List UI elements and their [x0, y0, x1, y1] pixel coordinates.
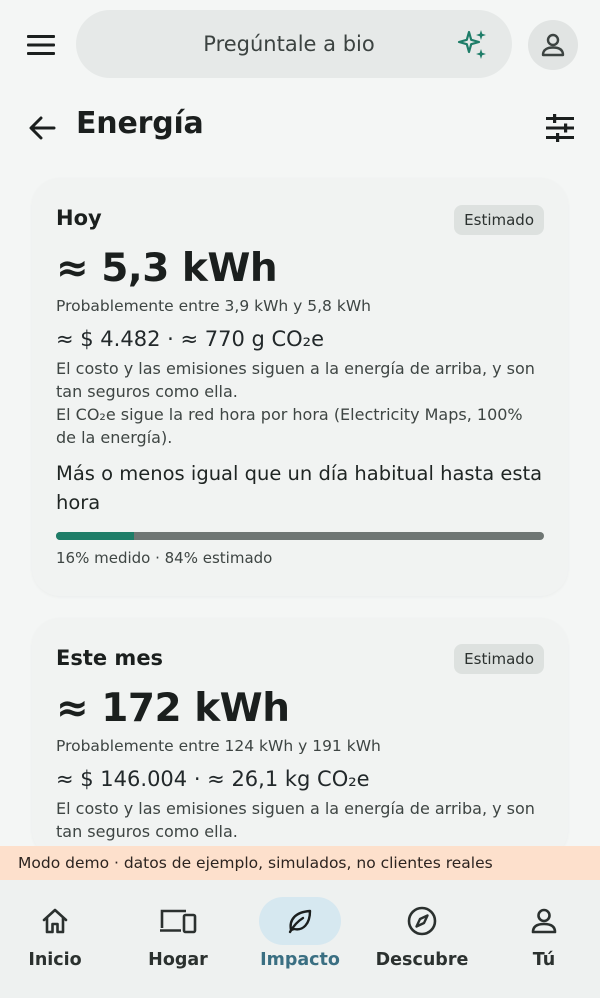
- compass-icon: [407, 906, 437, 936]
- estimated-badge: Estimado: [454, 644, 544, 674]
- top-bar: Pregúntale a bio: [0, 0, 600, 90]
- nav-icon-container: [14, 897, 96, 945]
- profile-button[interactable]: [528, 20, 578, 70]
- person-icon: [541, 33, 565, 57]
- nav-label: Descubre: [375, 950, 469, 970]
- card-label: Hoy: [56, 206, 102, 230]
- sparkle-icon[interactable]: [456, 28, 490, 62]
- today-card[interactable]: Hoy Estimado ≈ 5,3 kWh Probablemente ent…: [32, 178, 568, 596]
- nav-item-inicio[interactable]: Inicio: [0, 880, 115, 998]
- back-button[interactable]: [24, 108, 60, 148]
- bottom-navigation: Inicio Hogar Impacto Descubre Tú: [0, 880, 600, 998]
- nav-label: Tú: [532, 950, 556, 970]
- filter-button[interactable]: [540, 108, 580, 148]
- cost-emissions: ≈ $ 146.004 · ≈ 26,1 kg CO₂e: [56, 767, 370, 791]
- energy-range: Probablemente entre 3,9 kWh y 5,8 kWh: [56, 297, 371, 315]
- menu-button[interactable]: [22, 26, 60, 64]
- search-placeholder: Pregúntale a bio: [203, 32, 375, 56]
- explanation-note: El costo y las emisiones siguen a la ene…: [56, 357, 536, 449]
- devices-icon: [160, 909, 197, 934]
- comparison-text: Más o menos igual que un día habitual ha…: [56, 462, 543, 514]
- note-line-1: El costo y las emisiones siguen a la ene…: [56, 799, 535, 841]
- energy-value: ≈ 172 kWh: [56, 686, 290, 731]
- person-icon: [531, 908, 557, 934]
- note-line-2: El CO₂e sigue la red hora por hora (Elec…: [56, 405, 523, 447]
- page-header: Energía: [0, 100, 600, 156]
- progress-caption: 16% medido · 84% estimado: [56, 549, 273, 567]
- search-bar[interactable]: Pregúntale a bio: [76, 10, 512, 78]
- cost-emissions: ≈ $ 4.482 · ≈ 770 g CO₂e: [56, 327, 325, 351]
- nav-icon-container: [259, 897, 341, 945]
- leaf-icon: [288, 909, 312, 934]
- energy-range: Probablemente entre 124 kWh y 191 kWh: [56, 737, 381, 755]
- nav-item-impacto[interactable]: Impacto: [240, 880, 360, 998]
- nav-item-hogar[interactable]: Hogar: [118, 880, 238, 998]
- energy-value: ≈ 5,3 kWh: [56, 246, 278, 291]
- month-card[interactable]: Este mes Estimado ≈ 172 kWh Probablement…: [32, 618, 568, 858]
- home-icon: [42, 908, 68, 934]
- measured-fill: [56, 532, 135, 540]
- menu-icon: [27, 35, 55, 55]
- explanation-note: El costo y las emisiones siguen a la ene…: [56, 797, 536, 843]
- tune-icon: [546, 114, 574, 142]
- nav-item-descubre[interactable]: Descubre: [362, 880, 482, 998]
- nav-label: Hogar: [148, 950, 208, 970]
- nav-label: Impacto: [260, 950, 340, 970]
- nav-icon-container: [381, 897, 463, 945]
- demo-banner: Modo demo · datos de ejemplo, simulados,…: [0, 846, 600, 880]
- nav-icon-container: [137, 897, 219, 945]
- nav-item-tu[interactable]: Tú: [484, 880, 600, 998]
- nav-icon-container: [503, 897, 585, 945]
- page-title: Energía: [76, 106, 204, 141]
- nav-label: Inicio: [28, 950, 82, 970]
- measured-progress-bar: [56, 532, 544, 540]
- arrow-back-icon: [29, 116, 56, 140]
- card-label: Este mes: [56, 646, 164, 670]
- estimated-badge: Estimado: [454, 205, 544, 235]
- note-line-1: El costo y las emisiones siguen a la ene…: [56, 359, 535, 401]
- demo-banner-text: Modo demo · datos de ejemplo, simulados,…: [18, 854, 493, 872]
